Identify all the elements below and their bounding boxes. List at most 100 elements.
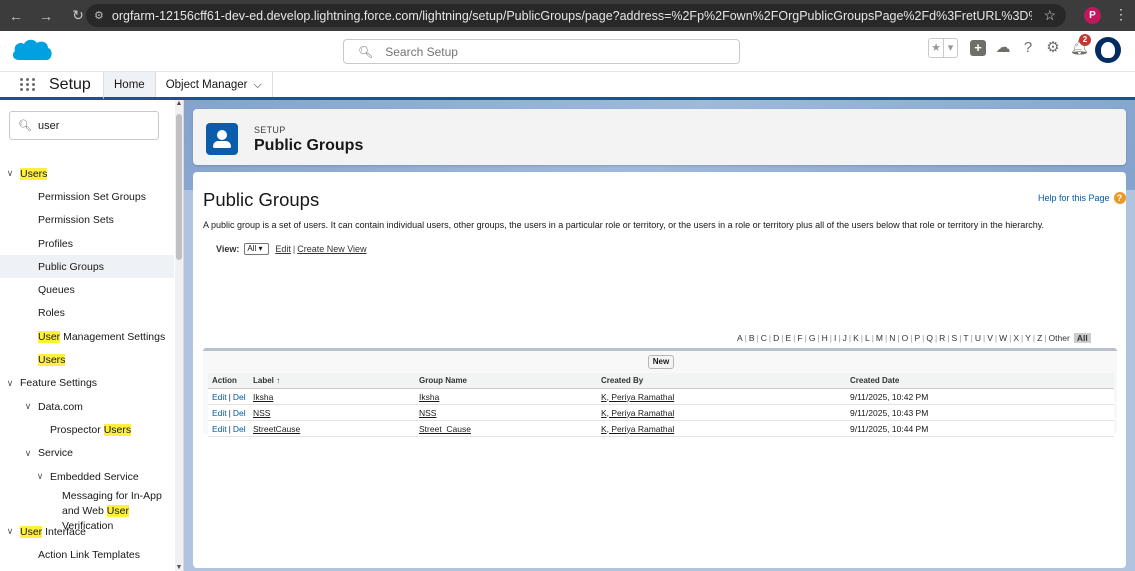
- sidebar-item-messaging-user-verification[interactable]: Messaging for In-App and Web User Verifi…: [0, 488, 174, 532]
- chevron-down-icon[interactable]: ∨: [22, 448, 34, 459]
- favorite-star-icon[interactable]: ★: [929, 39, 943, 57]
- sidebar-item-permission-set-groups[interactable]: Permission Set Groups: [0, 185, 174, 208]
- chevron-down-icon[interactable]: ∨: [22, 401, 34, 412]
- create-new-view-link[interactable]: Create New View: [297, 244, 366, 254]
- alpha-filter-z[interactable]: Z: [1035, 333, 1044, 343]
- sidebar-item-permission-sets[interactable]: Permission Sets: [0, 209, 174, 232]
- edit-view-link[interactable]: Edit: [275, 244, 291, 254]
- notifications-bell-icon[interactable]: 🔔︎ 2: [1070, 34, 1091, 56]
- alpha-filter-n[interactable]: N: [887, 333, 897, 343]
- alpha-filter-all[interactable]: All: [1073, 333, 1091, 343]
- tab-object-manager[interactable]: Object Manager ⌵: [154, 72, 273, 97]
- new-button[interactable]: New: [648, 355, 674, 369]
- column-header-created-date[interactable]: Created Date: [846, 376, 1114, 385]
- browser-menu-icon[interactable]: ⋮: [1114, 6, 1128, 23]
- forward-icon[interactable]: →: [34, 8, 58, 24]
- alpha-filter-other[interactable]: Other: [1047, 333, 1072, 343]
- chevron-down-icon[interactable]: ∨: [4, 526, 16, 537]
- group-label-link[interactable]: NSS: [253, 408, 270, 418]
- alpha-filter-f[interactable]: F: [795, 333, 804, 343]
- edit-link[interactable]: Edit: [212, 392, 227, 402]
- created-by-link[interactable]: K, Periya Ramathal: [601, 392, 674, 402]
- setup-gear-icon[interactable]: ⚙: [1045, 40, 1061, 56]
- alpha-filter-c[interactable]: C: [759, 333, 769, 343]
- chevron-down-icon[interactable]: ∨: [4, 168, 16, 179]
- sidebar-item-roles[interactable]: Roles: [0, 302, 174, 325]
- alpha-filter-a[interactable]: A: [735, 333, 745, 343]
- alpha-filter-y[interactable]: Y: [1023, 333, 1033, 343]
- group-name-link[interactable]: NSS: [419, 408, 436, 418]
- scrollbar-thumb[interactable]: [176, 114, 182, 260]
- alpha-filter-t[interactable]: T: [961, 333, 970, 343]
- group-label-link[interactable]: StreetCause: [253, 424, 300, 434]
- alpha-filter-g[interactable]: G: [807, 333, 818, 343]
- alpha-filter-l[interactable]: L: [863, 333, 872, 343]
- alpha-filter-k[interactable]: K: [851, 333, 861, 343]
- column-header-created-by[interactable]: Created By: [597, 376, 846, 385]
- salesforce-logo[interactable]: [10, 35, 54, 65]
- group-label-link[interactable]: Iksha: [253, 392, 273, 402]
- quick-find-input[interactable]: 🔍︎ user: [9, 111, 159, 140]
- sidebar-item-user-management-settings[interactable]: User Management Settings: [0, 325, 174, 348]
- sidebar-item-queues[interactable]: Queues: [0, 278, 174, 301]
- sidebar-item-service[interactable]: ∨ Service: [0, 442, 174, 465]
- delete-link[interactable]: Del: [233, 408, 246, 418]
- column-header-group-name[interactable]: Group Name: [415, 376, 597, 385]
- view-select[interactable]: All ▾: [244, 243, 270, 255]
- group-name-link[interactable]: Iksha: [419, 392, 439, 402]
- alpha-filter-h[interactable]: H: [820, 333, 830, 343]
- alpha-filter-r[interactable]: R: [937, 333, 947, 343]
- alpha-filter-q[interactable]: Q: [924, 333, 935, 343]
- sidebar-item-users-section[interactable]: ∨ Users: [0, 162, 174, 185]
- favorites-dropdown-icon[interactable]: ▾: [943, 39, 957, 57]
- global-create-icon[interactable]: +: [970, 40, 986, 56]
- delete-link[interactable]: Del: [233, 424, 246, 434]
- sidebar-item-profiles[interactable]: Profiles: [0, 232, 174, 255]
- group-name-link[interactable]: Street_Cause: [419, 424, 471, 434]
- sidebar-item-users[interactable]: Users: [0, 348, 174, 371]
- site-info-icon[interactable]: ⚙: [94, 9, 104, 22]
- alpha-filter-b[interactable]: B: [747, 333, 757, 343]
- chevron-down-icon[interactable]: ∨: [4, 378, 16, 389]
- alpha-filter-v[interactable]: V: [985, 333, 995, 343]
- alpha-filter-j[interactable]: J: [841, 333, 849, 343]
- scroll-up-icon[interactable]: ▲: [175, 100, 183, 107]
- chevron-down-icon[interactable]: ∨: [34, 471, 46, 482]
- address-bar[interactable]: ⚙ orgfarm-12156cff61-dev-ed.develop.ligh…: [86, 4, 1066, 27]
- alpha-filter-x[interactable]: X: [1011, 333, 1021, 343]
- sidebar-item-action-link-templates[interactable]: Action Link Templates: [0, 543, 174, 566]
- sidebar-item-data-com[interactable]: ∨ Data.com: [0, 395, 174, 418]
- sidebar-item-prospector-users[interactable]: Prospector Users: [0, 418, 174, 441]
- back-icon[interactable]: ←: [4, 8, 28, 24]
- user-avatar[interactable]: [1095, 37, 1121, 63]
- chevron-down-icon[interactable]: ⌵: [254, 79, 262, 91]
- alpha-filter-s[interactable]: S: [950, 333, 960, 343]
- sidebar-scrollbar[interactable]: ▲ ▼: [175, 100, 183, 571]
- edit-link[interactable]: Edit: [212, 408, 227, 418]
- alpha-filter-u[interactable]: U: [973, 333, 983, 343]
- tab-home[interactable]: Home: [103, 72, 155, 100]
- sidebar-item-embedded-service[interactable]: ∨ Embedded Service: [0, 465, 174, 488]
- delete-link[interactable]: Del: [233, 392, 246, 402]
- scroll-down-icon[interactable]: ▼: [175, 564, 183, 571]
- alpha-filter-d[interactable]: D: [771, 333, 781, 343]
- search-setup-input[interactable]: 🔍︎ Search Setup: [343, 39, 740, 64]
- alpha-filter-e[interactable]: E: [784, 333, 794, 343]
- alpha-filter-w[interactable]: W: [997, 333, 1009, 343]
- help-question-icon[interactable]: ?: [1113, 192, 1126, 204]
- created-by-link[interactable]: K, Periya Ramathal: [601, 424, 674, 434]
- edit-link[interactable]: Edit: [212, 424, 227, 434]
- browser-profile-avatar[interactable]: P: [1084, 7, 1101, 24]
- sidebar-item-public-groups[interactable]: Public Groups: [0, 255, 174, 279]
- help-for-this-page-link[interactable]: Help for this Page ?: [1038, 192, 1126, 204]
- alpha-filter-o[interactable]: O: [900, 333, 911, 343]
- alpha-filter-m[interactable]: M: [874, 333, 885, 343]
- column-header-label[interactable]: Label ↑: [249, 376, 415, 385]
- bookmark-star-icon[interactable]: ☆: [1043, 7, 1056, 24]
- app-launcher-icon[interactable]: [20, 72, 50, 97]
- alpha-filter-p[interactable]: P: [912, 333, 922, 343]
- trailhead-icon[interactable]: ☁: [995, 40, 1011, 56]
- sidebar-item-feature-settings[interactable]: ∨ Feature Settings: [0, 372, 174, 395]
- created-by-link[interactable]: K, Periya Ramathal: [601, 408, 674, 418]
- help-icon[interactable]: ?: [1020, 40, 1036, 56]
